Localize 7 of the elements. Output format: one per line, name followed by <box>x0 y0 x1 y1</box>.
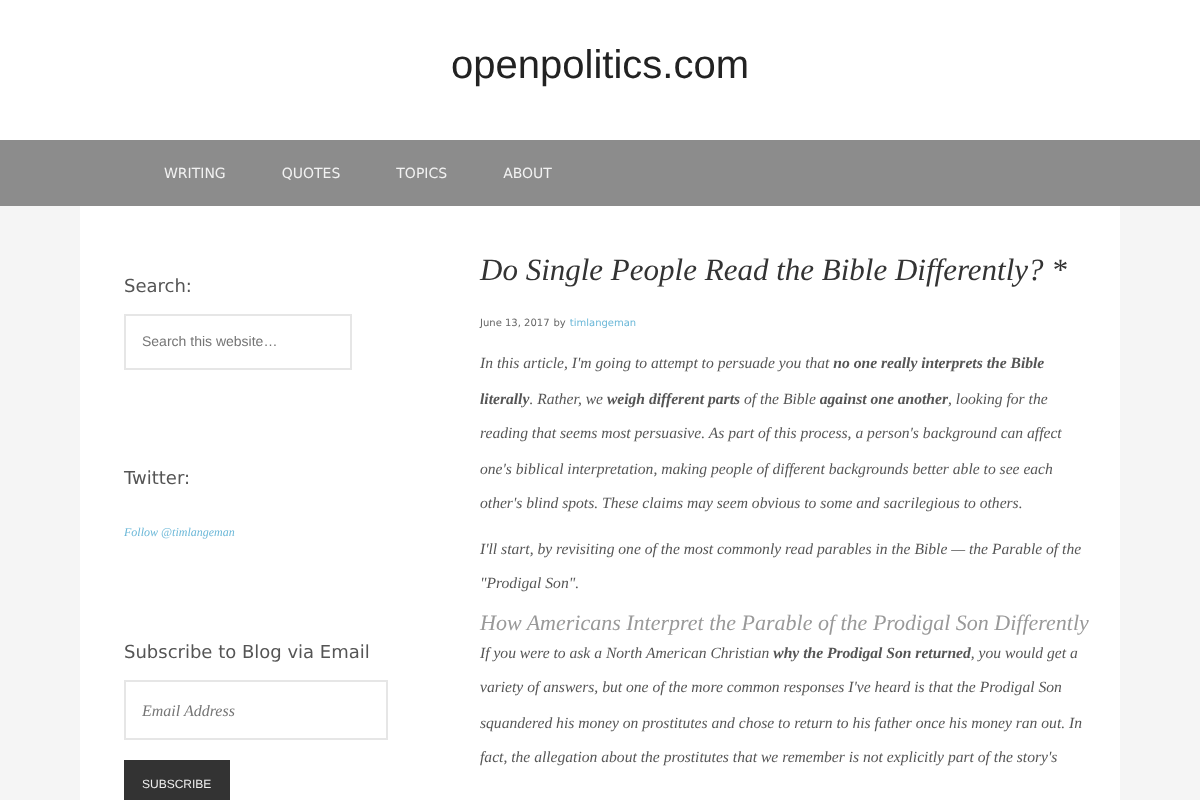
site-title[interactable]: openpolitics.com <box>451 44 749 90</box>
widget-title: Subscribe to Blog via Email <box>124 644 372 664</box>
widget-title: Twitter: <box>124 470 193 490</box>
section-heading: How Americans Interpret the Parable of the Prodigal Son Differently <box>480 611 1089 635</box>
widget-title: Search: <box>124 278 194 298</box>
email-field[interactable]: Email Address <box>124 680 388 740</box>
post-title[interactable]: Do Single People Read the Bible Differently? * <box>480 254 1089 290</box>
